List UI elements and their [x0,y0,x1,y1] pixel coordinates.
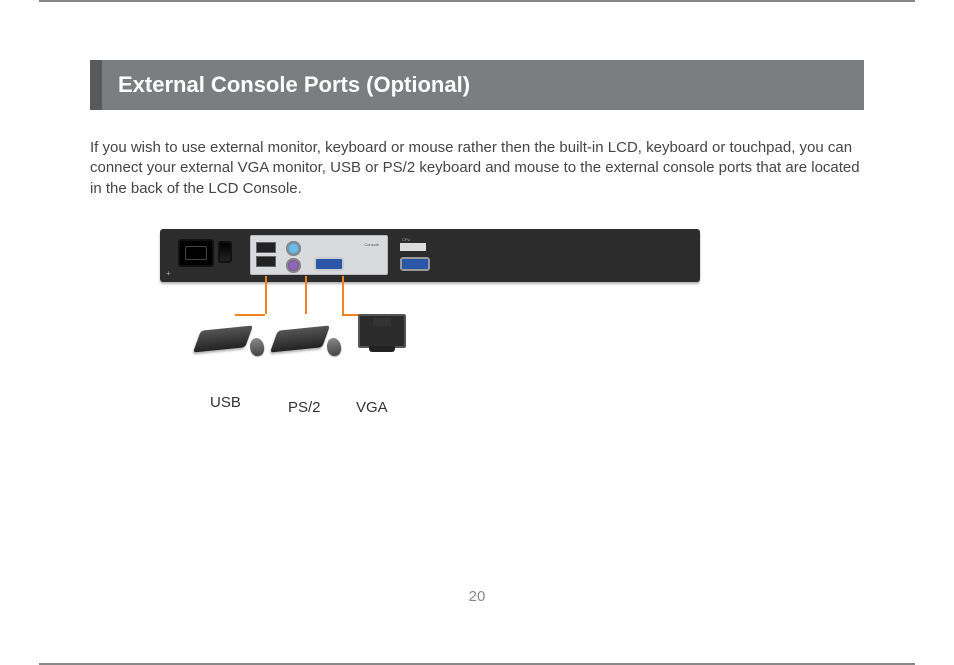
label-usb: USB [210,394,241,411]
diagram: Console CPU + USB PS/2 VGA [160,229,700,388]
label-vga: VGA [356,399,388,416]
vga-monitor-icon [358,314,406,352]
ps2-mouse-port-icon [286,258,301,273]
lcd-console-rear-panel: Console CPU + [160,229,700,282]
usb-keyboard-mouse-icon [198,328,248,350]
cpu-connector-icon [400,243,426,251]
power-inlet-icon [178,239,214,267]
external-console-port-group: Console [250,235,388,275]
section-title: External Console Ports (Optional) [90,60,864,110]
ground-mark-icon: + [166,269,171,278]
vga-port-icon [314,257,344,271]
console-group-label: Console [364,242,379,247]
ps2-keyboard-port-icon [286,241,301,256]
power-switch-icon [218,241,232,263]
intro-paragraph: If you wish to use external monitor, key… [90,138,864,199]
cpu-group-label: CPU [402,237,410,242]
ps2-keyboard-mouse-icon [275,328,325,350]
usb-ports-icon [256,242,276,270]
label-ps2: PS/2 [288,399,321,416]
page-number: 20 [0,588,954,605]
cpu-vga-port-icon [400,257,430,271]
